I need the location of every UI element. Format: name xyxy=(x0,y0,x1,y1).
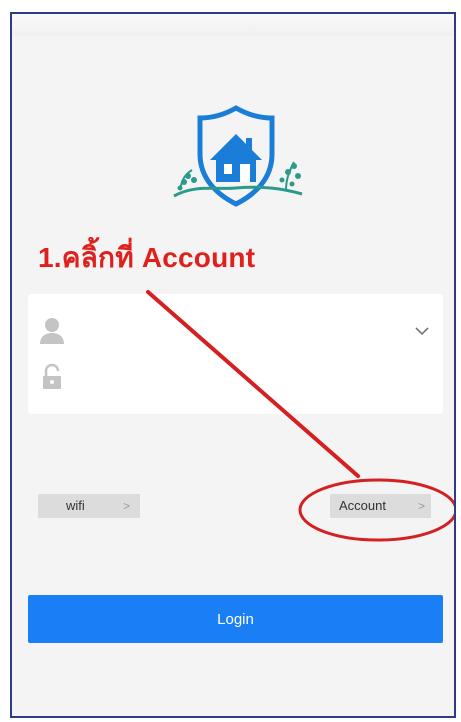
house-shield-logo-icon xyxy=(173,105,303,207)
account-button[interactable]: Account > xyxy=(330,494,431,518)
chevron-down-icon[interactable] xyxy=(415,326,429,336)
wifi-label: wifi xyxy=(66,498,85,513)
chevron-right-icon: > xyxy=(122,499,130,513)
wifi-button[interactable]: wifi > xyxy=(38,494,140,518)
username-row xyxy=(28,308,443,354)
chevron-right-icon: > xyxy=(417,499,425,513)
account-label: Account xyxy=(339,498,386,513)
login-card xyxy=(28,294,443,414)
login-button[interactable]: Login xyxy=(28,595,443,643)
phone-screen: 1.คลิ้กที่ Account wifi > Account > Logi… xyxy=(10,12,456,718)
password-row xyxy=(28,354,443,400)
user-icon xyxy=(40,318,64,344)
password-input[interactable] xyxy=(80,360,404,394)
instruction-annotation: 1.คลิ้กที่ Account xyxy=(38,242,256,273)
lock-icon xyxy=(43,363,61,389)
username-input[interactable] xyxy=(80,314,404,348)
status-bar xyxy=(12,14,454,36)
